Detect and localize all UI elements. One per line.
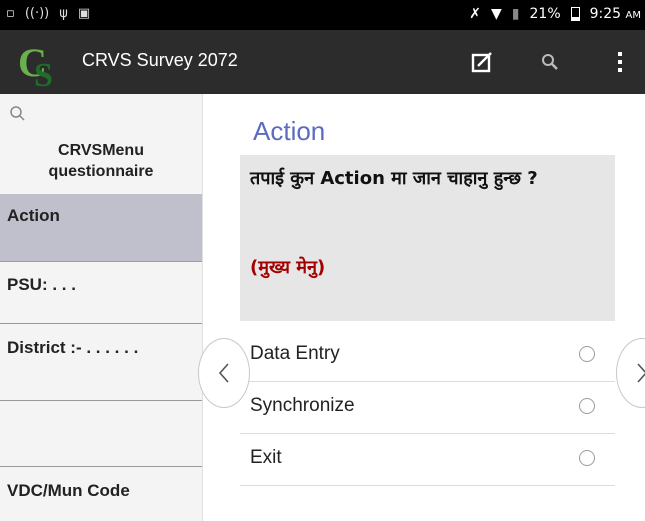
- mute-icon: ✗: [469, 6, 481, 22]
- drawer-item-vdc-mun-code[interactable]: VDC/Mun Code: [0, 467, 202, 521]
- option-exit[interactable]: Exit: [240, 433, 615, 486]
- search-icon: [542, 54, 558, 70]
- clock: 9:25: [589, 6, 622, 22]
- drawer-item-label: Action: [7, 206, 60, 225]
- radio-button[interactable]: [579, 450, 595, 466]
- radio-button[interactable]: [579, 398, 595, 414]
- battery-percent: 21%: [529, 6, 561, 22]
- edit-button[interactable]: [468, 48, 496, 76]
- more-vert-icon: [618, 52, 622, 72]
- clock-suffix: AM: [625, 10, 641, 21]
- divider: [0, 400, 202, 401]
- question-text: तपाई कुन Action मा जान चाहानु हुन्छ ?: [250, 168, 538, 189]
- previous-button[interactable]: [198, 338, 250, 408]
- main-content: Action तपाई कुन Action मा जान चाहानु हुन…: [203, 94, 645, 521]
- usb-icon: ψ: [59, 6, 68, 21]
- drawer-item-label: PSU: . . .: [7, 275, 76, 294]
- svg-text:S: S: [34, 57, 53, 88]
- chevron-left-icon: [218, 363, 229, 383]
- wireless-icon: ((·)): [24, 6, 50, 21]
- menu-header-line2: questionnaire: [48, 163, 154, 180]
- battery-icon: [570, 7, 580, 21]
- drawer-item-label: VDC/Mun Code: [7, 481, 130, 500]
- notification-icons: ▫ ((·)) ψ ▣: [6, 6, 90, 21]
- option-label: Exit: [250, 447, 282, 468]
- section-title: Action: [253, 116, 326, 146]
- drawer-item-action[interactable]: Action: [0, 194, 202, 262]
- radio-button[interactable]: [579, 346, 595, 362]
- search-icon[interactable]: [8, 104, 28, 124]
- question-hint: (मुख्य मेनु): [250, 257, 326, 278]
- navigation-drawer: CRVSMenu questionnaire Action PSU: . . .…: [0, 94, 203, 521]
- search-button[interactable]: [536, 48, 564, 76]
- wifi-icon: ▼: [491, 6, 502, 22]
- option-label: Synchronize: [250, 395, 355, 416]
- drawer-item-psu[interactable]: PSU: . . .: [0, 263, 202, 323]
- overflow-menu-button[interactable]: [606, 48, 634, 76]
- app-logo-icon: C S: [18, 40, 53, 88]
- menu-header: CRVSMenu questionnaire: [0, 140, 202, 182]
- edit-icon: [471, 52, 492, 73]
- image-icon: ▣: [77, 6, 91, 21]
- app-title: CRVS Survey 2072: [82, 50, 238, 70]
- option-label: Data Entry: [250, 343, 340, 364]
- chevron-right-icon: [637, 363, 645, 383]
- option-data-entry[interactable]: Data Entry: [240, 329, 615, 382]
- status-bar: ▫ ((·)) ψ ▣ ✗ ▼ ▮ 21% 9:25 AM: [0, 0, 645, 30]
- screenshot-icon: ▫: [6, 6, 15, 21]
- drawer-item-district[interactable]: District :- . . . . . .: [0, 324, 202, 400]
- drawer-item-label: District :- . . . . . .: [7, 338, 139, 357]
- question-box: तपाई कुन Action मा जान चाहानु हुन्छ ? (म…: [240, 155, 615, 321]
- action-bar: C S CRVS Survey 2072: [0, 30, 645, 94]
- menu-header-line1: CRVSMenu: [58, 142, 144, 159]
- option-synchronize[interactable]: Synchronize: [240, 381, 615, 434]
- signal-icon: ▮: [511, 6, 520, 22]
